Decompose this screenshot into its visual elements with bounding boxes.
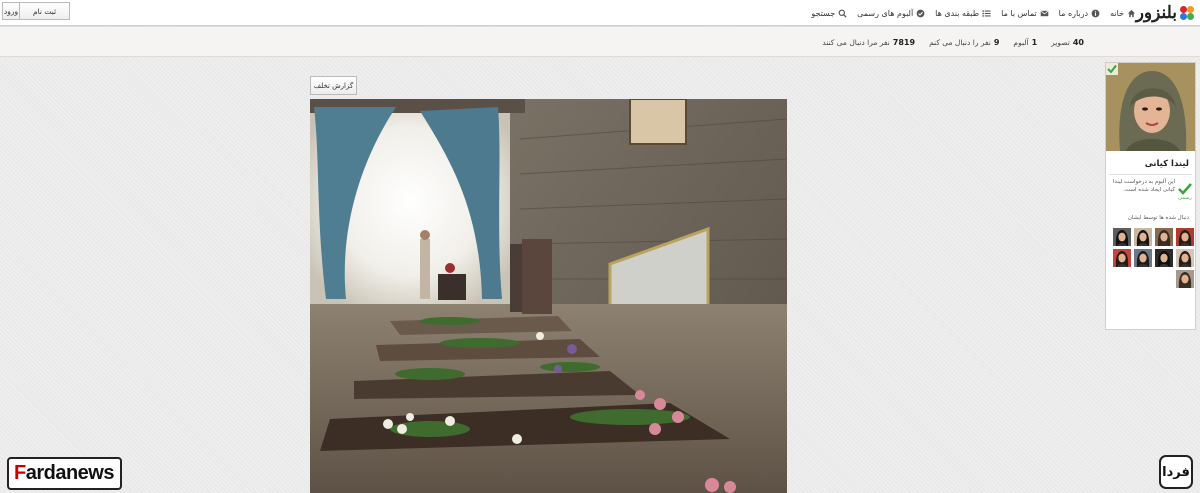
verified-label: رسمی <box>1178 195 1192 201</box>
profile-avatar[interactable] <box>1106 63 1195 151</box>
verified-text: این آلبوم به درخواست لیندا کیانی ایجاد ش… <box>1112 179 1175 193</box>
profile-name[interactable]: لیندا کیانی <box>1145 159 1189 169</box>
main-photo[interactable] <box>310 99 787 493</box>
checkmark-icon <box>1178 183 1192 195</box>
stat-albums-label: آلبوم <box>1013 37 1029 47</box>
nav-search[interactable]: جستجو <box>811 9 847 18</box>
stat-following-count: 9 <box>993 37 1000 47</box>
report-abuse-button[interactable]: گزارش تخلف <box>310 76 357 95</box>
nav-about[interactable]: درباره ما <box>1059 9 1100 18</box>
followed-avatar[interactable] <box>1113 249 1131 267</box>
info-icon <box>1091 9 1100 17</box>
nav-search-label: جستجو <box>811 8 836 18</box>
followed-avatar[interactable] <box>1155 228 1173 246</box>
followed-avatar[interactable] <box>1176 270 1194 288</box>
followed-avatar[interactable] <box>1176 228 1194 246</box>
nav-categories-label: طبقه بندی ها <box>935 8 980 18</box>
stat-photos-label: تصویر <box>1051 37 1070 47</box>
stat-followers-label: نفر مرا دنبال می کنند <box>822 37 890 47</box>
stat-following-label: نفر را دنبال می کنم <box>929 37 991 47</box>
stat-albums-count: 1 <box>1031 37 1038 47</box>
verified-notice: رسمی این آلبوم به درخواست لیندا کیانی ای… <box>1109 179 1192 207</box>
main-nav: خانه درباره ما تماس با ما طبقه بندی ها آ… <box>811 0 1136 26</box>
profile-divider <box>1109 174 1192 175</box>
followed-avatar[interactable] <box>1155 249 1173 267</box>
home-icon <box>1127 9 1136 17</box>
followed-avatar[interactable] <box>1134 249 1152 267</box>
logo-text: بلنزور <box>1135 3 1178 23</box>
followed-avatar[interactable] <box>1113 228 1131 246</box>
stat-following[interactable]: 9 نفر را دنبال می کنم <box>929 38 999 47</box>
followed-title: دنبال شده ها توسط ایشان <box>1127 215 1189 221</box>
nav-about-label: درباره ما <box>1058 8 1089 18</box>
nav-contact[interactable]: تماس با ما <box>1001 9 1049 18</box>
stat-followers-count: 7819 <box>892 37 916 47</box>
nav-contact-label: تماس با ما <box>1001 8 1037 18</box>
farda-logo-watermark: فردا <box>1159 455 1193 489</box>
nav-verified-label: آلبوم های رسمی <box>857 8 914 18</box>
photo-scene <box>310 99 787 493</box>
check-circle-icon <box>916 9 925 17</box>
profile-stats-bar: 40 تصویر 1 آلبوم 9 نفر را دنبال می کنم 7… <box>0 27 1200 57</box>
search-icon <box>838 9 847 18</box>
mail-icon <box>1040 10 1049 16</box>
nav-categories[interactable]: طبقه بندی ها <box>935 9 991 18</box>
nav-home[interactable]: خانه <box>1110 9 1136 18</box>
auth-buttons: ورود ثبت نام <box>2 2 70 20</box>
stat-followers[interactable]: 7819 نفر مرا دنبال می کنند <box>822 38 915 47</box>
nav-home-label: خانه <box>1110 8 1124 18</box>
verified-corner-icon <box>1106 63 1118 75</box>
top-navbar: بلنزور خانه درباره ما تماس با ما طبقه بن… <box>0 0 1200 26</box>
stat-photos[interactable]: 40 تصویر <box>1051 38 1084 47</box>
farda-logo-text: فردا <box>1162 464 1190 480</box>
list-icon <box>982 9 991 17</box>
fardanews-watermark: Fardanews <box>7 457 122 490</box>
followed-avatars <box>1110 228 1194 288</box>
stat-albums[interactable]: 1 آلبوم <box>1013 38 1037 47</box>
nav-verified-albums[interactable]: آلبوم های رسمی <box>857 9 925 18</box>
logo-flower-icon <box>1180 6 1194 20</box>
stat-photos-count: 40 <box>1072 37 1084 47</box>
followed-avatar[interactable] <box>1176 249 1194 267</box>
profile-card: لیندا کیانی رسمی این آلبوم به درخواست لی… <box>1105 62 1196 330</box>
site-logo[interactable]: بلنزور <box>1136 2 1194 24</box>
register-button[interactable]: ثبت نام <box>20 2 70 20</box>
fardanews-text: Fardanews <box>14 462 114 484</box>
stats-list: 40 تصویر 1 آلبوم 9 نفر را دنبال می کنم 7… <box>822 27 1084 57</box>
login-button[interactable]: ورود <box>2 2 20 20</box>
verified-check: رسمی <box>1178 183 1192 201</box>
followed-avatar[interactable] <box>1134 228 1152 246</box>
